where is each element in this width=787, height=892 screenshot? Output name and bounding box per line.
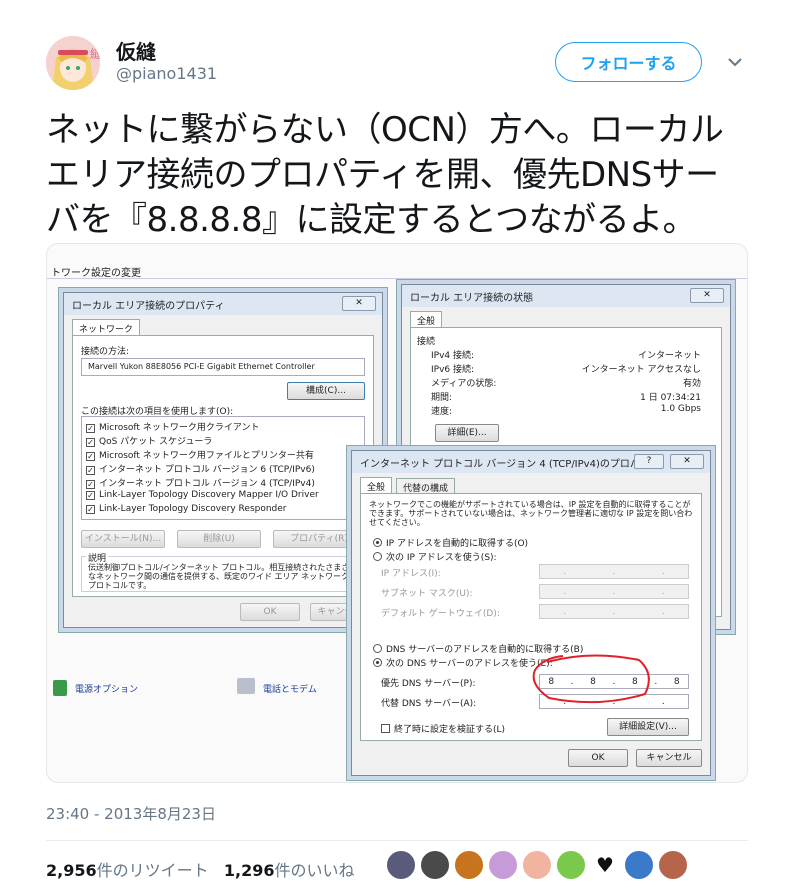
follow-button[interactable]: フォローする [555,42,702,82]
ok-button[interactable]: OK [240,603,300,621]
like-count[interactable]: 1,296 [224,861,275,880]
avatar[interactable] [386,850,416,880]
like-label[interactable]: 件のいいね [275,861,355,880]
power-icon [53,680,67,696]
validate-label: 終了時に設定を検証する(L) [394,725,506,735]
ip-auto-label: IP アドレスを自動的に取得する(O) [386,539,529,549]
win2-title: ローカル エリア接続の状態 [410,292,534,304]
ip-address-label: IP アドレス(I): [381,569,441,579]
avatar[interactable] [488,850,518,880]
list-item[interactable]: Link-Layer Topology Discovery Mapper I/O… [99,490,319,500]
advanced-button[interactable]: 詳細設定(V)... [607,718,689,736]
status-value: 1 日 07:34:21 [640,393,701,403]
status-key: IPv4 接続: [431,351,475,361]
timestamp[interactable]: 23:40 - 2013年8月23日 [46,803,216,824]
tweet-text: ネットに繋がらない（OCN）方へ。ローカルエリア接続のプロパティを開、優先DNS… [46,110,724,240]
section-label: 接続 [417,337,436,347]
tweet-media[interactable]: トワーク設定の変更 電源オプション 電話とモデム ローカル エリア接続のプロパテ… [46,243,748,783]
phone-icon [237,678,255,694]
install-button[interactable]: インストール(N)... [81,530,165,548]
list-item[interactable]: Microsoft ネットワーク用ファイルとプリンター共有 [99,451,314,461]
gateway-field[interactable]: ... [539,604,689,619]
list-item[interactable]: Link-Layer Topology Discovery Responder [99,504,287,514]
list-item[interactable]: Microsoft ネットワーク用クライアント [99,423,259,433]
avatar[interactable] [522,850,552,880]
uninstall-button[interactable]: 削除(U) [177,530,261,548]
connect-label: 接続の方法: [81,347,130,357]
status-key: IPv6 接続: [431,365,475,375]
highlight-circle [532,654,650,704]
help-icon[interactable]: ? [634,454,664,469]
bg-heading: トワーク設定の変更 [51,268,141,279]
chevron-down-icon[interactable] [727,56,743,68]
heart-icon[interactable]: ♥ [590,850,620,880]
validate-checkbox[interactable] [381,724,390,733]
status-value: 有効 [682,379,701,389]
close-icon[interactable]: ✕ [342,296,376,311]
status-key: メディアの状態: [431,379,497,389]
avatar[interactable] [658,850,688,880]
status-value: インターネット アクセスなし [581,365,701,375]
bg-item-phone: 電話とモデム [263,685,317,695]
divider [46,840,748,841]
dns-preferred-label: 優先 DNS サーバー(P): [381,679,476,689]
network-settings-screenshot: トワーク設定の変更 電源オプション 電話とモデム ローカル エリア接続のプロパテ… [47,244,747,782]
gateway-label: デフォルト ゲートウェイ(D): [381,609,500,619]
user-handle[interactable]: @piano1431 [116,64,217,83]
tweet-stats: 2,956件のリツイート 1,296件のいいね [46,857,355,881]
radio-ip-manual[interactable] [373,552,382,561]
status-value: 1.0 Gbps [660,404,701,414]
adapter-field: Marvell Yukon 88E8056 PCI-E Gigabit Ethe… [81,358,365,376]
retweet-count[interactable]: 2,956 [46,861,97,880]
status-key: 期間: [431,393,453,403]
radio-dns-auto[interactable] [373,644,382,653]
details-button[interactable]: 詳細(E)... [435,424,499,442]
svg-text:縫: 縫 [90,46,100,61]
win3-title: インターネット プロトコル バージョン 4 (TCP/IPv4)のプロパティ [360,458,660,470]
ipv4-properties-window: インターネット プロトコル バージョン 4 (TCP/IPv4)のプロパティ ?… [351,450,711,776]
list-item[interactable]: インターネット プロトコル バージョン 6 (TCP/IPv6) [99,465,315,475]
ip-address-field[interactable]: ... [539,564,689,579]
ok-button[interactable]: OK [568,749,628,767]
list-item[interactable]: QoS パケット スケジューラ [99,437,212,447]
status-value: インターネット [637,351,701,361]
lan-properties-window: ローカル エリア接続のプロパティ ✕ ネットワーク 接続の方法: Marvell… [63,292,383,628]
close-icon[interactable]: ✕ [690,288,724,303]
bg-item-power: 電源オプション [75,685,139,695]
ipv4-description: ネットワークでこの機能がサポートされている場合は、IP 設定を自動的に取得するこ… [369,500,693,527]
avatar[interactable] [420,850,450,880]
avatar[interactable] [624,850,654,880]
description-text: 伝送制御プロトコル/インターネット プロトコル。相互接続されたさまざまなネットワ… [88,563,358,590]
close-icon[interactable]: ✕ [670,454,704,469]
list-item[interactable]: インターネット プロトコル バージョン 4 (TCP/IPv4) [99,479,315,489]
subnet-field[interactable]: ... [539,584,689,599]
status-key: 速度: [431,407,453,417]
radio-dns-manual[interactable] [373,658,382,667]
cancel-button[interactable]: キャンセル [636,749,702,767]
configure-button[interactable]: 構成(C)... [287,382,365,400]
dns-alternate-label: 代替 DNS サーバー(A): [381,699,477,709]
retweet-label[interactable]: 件のリツイート [97,861,209,880]
avatar[interactable]: 縫 [46,36,100,90]
win1-title: ローカル エリア接続のプロパティ [72,300,225,312]
avatar[interactable] [556,850,586,880]
user-name[interactable]: 仮縫 [116,36,156,65]
radio-ip-auto[interactable] [373,538,382,547]
components-list[interactable]: ✓ Microsoft ネットワーク用クライアント ✓ QoS パケット スケジュー… [81,416,365,520]
subnet-label: サブネット マスク(U): [381,589,473,599]
avatar[interactable] [454,850,484,880]
ip-manual-label: 次の IP アドレスを使う(S): [386,553,497,563]
likers-avatars: ♥ [386,850,692,880]
